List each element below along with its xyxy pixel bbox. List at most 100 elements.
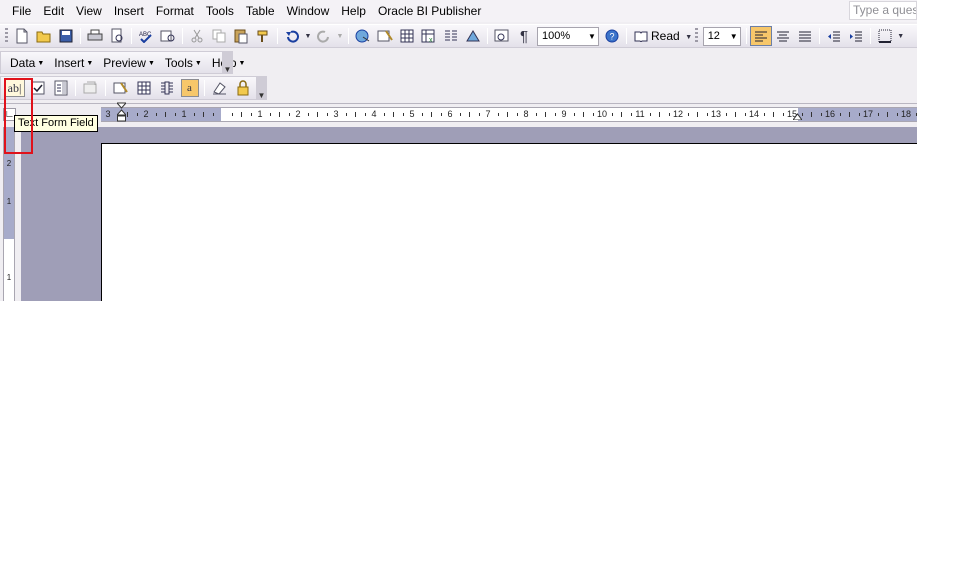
toolbar-separator [487,28,488,44]
menu-help[interactable]: Help [335,0,372,22]
vruler-number: 1 [6,197,12,206]
ruler-tick [545,112,546,117]
bip-menu-preview-label: Preview [103,55,146,70]
zoom-dropdown-icon[interactable]: ▼ [586,32,598,41]
draw-table-icon[interactable] [109,78,132,98]
borders-dropdown-icon[interactable]: ▼ [896,26,906,46]
ruler-tick [479,113,480,116]
toolbar-options-icon[interactable]: ▼ [684,27,694,47]
ruler-tick [498,113,499,116]
justify-icon[interactable] [794,26,816,46]
copy-icon[interactable] [208,26,230,46]
menu-oracle-bi-publisher[interactable]: Oracle BI Publisher [372,0,487,22]
hyperlink-icon[interactable] [352,26,374,46]
book-icon [634,31,648,42]
cut-icon[interactable] [186,26,208,46]
print-icon[interactable] [84,26,106,46]
undo-icon[interactable] [281,26,303,46]
research-icon[interactable] [157,26,179,46]
new-document-icon[interactable] [11,26,33,46]
ruler-tick [384,113,385,116]
word-window: File Edit View Insert Format Tools Table… [0,0,917,301]
paste-icon[interactable] [230,26,252,46]
borders-icon[interactable] [874,26,896,46]
ruler-number: 3 [333,109,339,119]
save-icon[interactable] [55,26,77,46]
zoom-combo[interactable]: 100% ▼ [537,26,599,46]
font-size-combo[interactable]: 12 ▼ [702,26,741,46]
vruler-number: 1 [6,273,12,282]
spelling-grammar-icon[interactable]: ABC [135,26,157,46]
print-preview-icon[interactable] [106,26,128,46]
bip-menu-data-label: Data [10,55,36,70]
tables-borders-icon[interactable] [374,26,396,46]
right-indent-marker-icon[interactable] [793,113,802,120]
toolbar-grip[interactable] [5,28,8,44]
format-painter-icon[interactable] [252,26,274,46]
redo-icon[interactable] [313,26,335,46]
ruler-tick [773,112,774,117]
document-map-icon[interactable] [491,26,513,46]
menu-file[interactable]: File [6,0,37,22]
ask-question-input[interactable]: Type a quest [849,1,917,20]
bip-menu-tools-label: Tools [164,55,193,70]
insert-excel-worksheet-icon[interactable]: x [418,26,440,46]
menu-table[interactable]: Table [240,0,281,22]
first-line-indent-marker-icon[interactable] [117,102,126,122]
ruler-tick [127,112,128,117]
ruler-tick [460,113,461,116]
bip-menu-tools[interactable]: Tools ▼ [160,56,207,70]
ruler-number: 2 [295,109,301,119]
ruler-tick [821,113,822,116]
menu-window[interactable]: Window [281,0,336,22]
ruler-tick [517,113,518,116]
menu-edit[interactable]: Edit [37,0,70,22]
ruler-tick [279,112,280,117]
toolbar-separator [626,28,627,44]
menu-insert[interactable]: Insert [108,0,150,22]
ruler-tick [659,112,660,117]
drawing-icon[interactable] [462,26,484,46]
ruler-tick [840,113,841,116]
forms-toolbar-options-icon[interactable]: ▼ [256,76,267,100]
reset-form-fields-icon[interactable] [208,78,231,98]
bip-menu-data[interactable]: Data ▼ [5,56,49,70]
help-icon[interactable]: ? [601,26,623,46]
ruler-tick [650,113,651,116]
dropdown-arrow-icon: ▼ [147,59,155,67]
menu-tools[interactable]: Tools [200,0,240,22]
form-field-shading-icon[interactable]: a [178,78,201,98]
columns-icon[interactable] [440,26,462,46]
bip-menu-insert[interactable]: Insert ▼ [49,56,98,70]
bip-toolbar-options-icon[interactable]: ▼ [222,51,233,74]
show-hide-pilcrow-icon[interactable]: ¶ [513,26,535,46]
increase-indent-icon[interactable] [845,26,867,46]
drop-down-form-field-icon[interactable] [49,78,72,98]
redo-dropdown-icon[interactable]: ▼ [335,26,345,46]
font-size-value: 12 [707,30,720,42]
bip-menu-preview[interactable]: Preview ▼ [98,56,160,70]
align-left-icon[interactable] [749,26,772,46]
decrease-indent-icon[interactable] [823,26,845,46]
ruler-number: 10 [596,109,608,119]
dropdown-arrow-icon: ▼ [238,59,246,67]
insert-frame-icon[interactable] [155,78,178,98]
align-center-icon[interactable] [772,26,794,46]
insert-table-icon[interactable] [396,26,418,46]
form-field-options-icon[interactable] [79,78,102,98]
read-button[interactable]: Read [630,26,684,46]
ruler-tick [469,112,470,117]
ruler-tick [612,113,613,116]
ruler-number: 4 [371,109,377,119]
undo-dropdown-icon[interactable]: ▼ [303,26,313,46]
toolbar-grip[interactable] [694,28,698,44]
red-highlight-box [4,78,33,154]
font-size-dropdown-icon[interactable]: ▼ [728,32,740,41]
ruler-tick [878,113,879,116]
insert-table-icon[interactable] [132,78,155,98]
protect-form-lock-icon[interactable] [231,78,254,98]
open-folder-icon[interactable] [33,26,55,46]
menu-format[interactable]: Format [150,0,200,22]
document-page[interactable] [101,143,917,301]
menu-view[interactable]: View [70,0,108,22]
